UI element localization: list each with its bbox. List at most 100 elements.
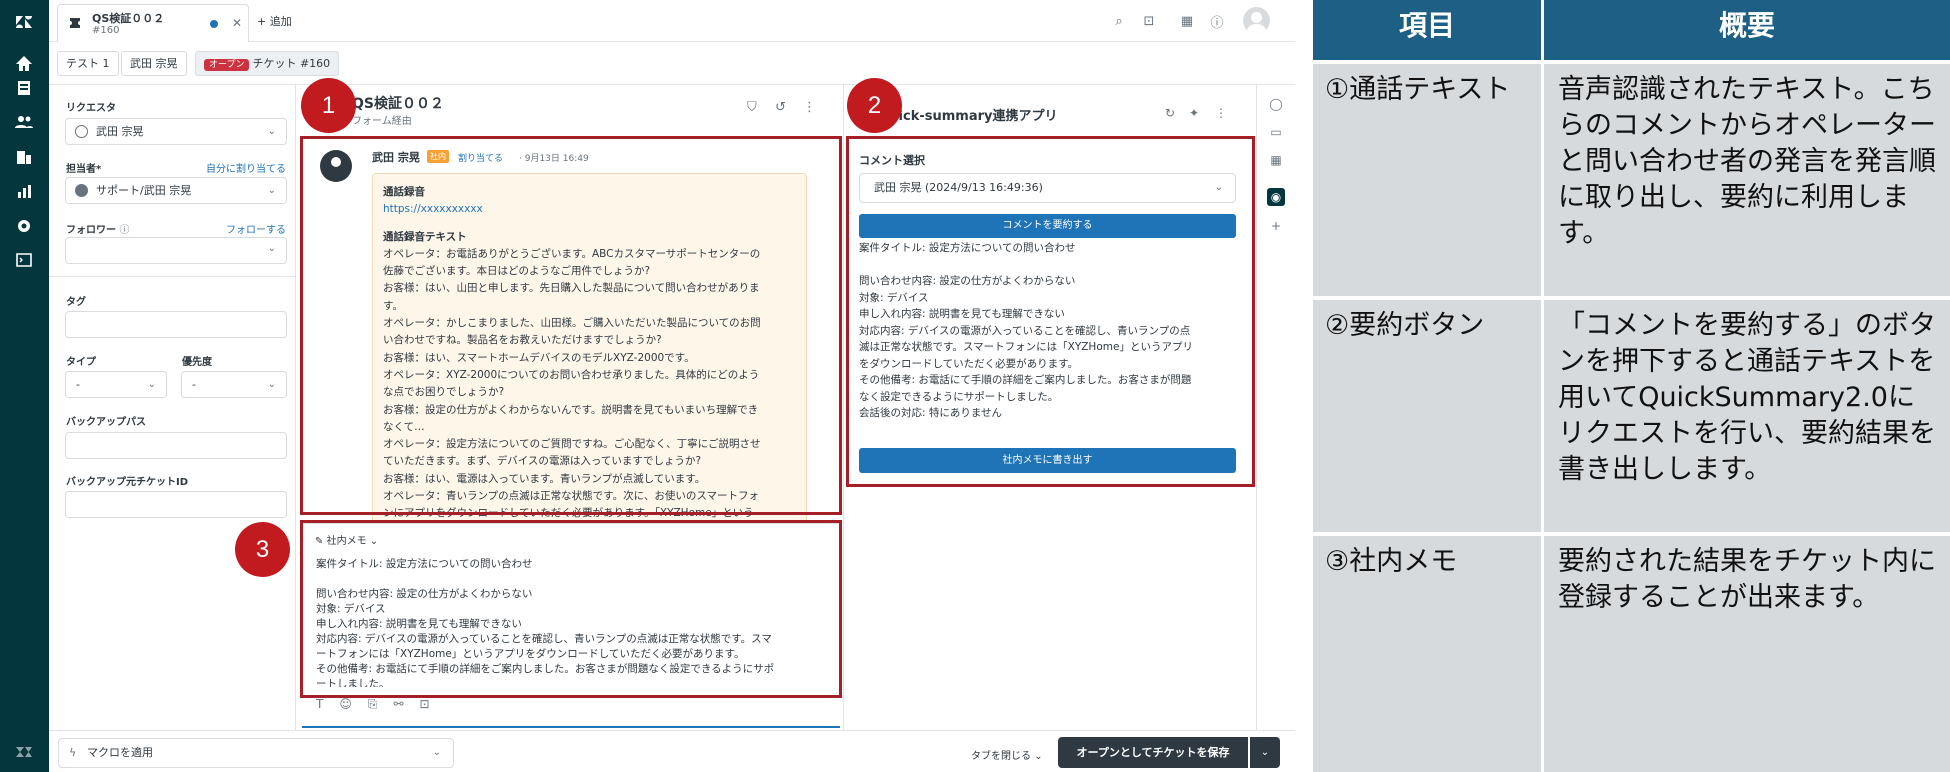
- reporting-icon[interactable]: [12, 180, 36, 204]
- zendesk-logo-icon[interactable]: [12, 10, 36, 34]
- tags-input[interactable]: [65, 311, 287, 338]
- quick-summary-app-panel: quick-summary連携アプリ ↻ ✦ ⋮ コメント選択 武田 宗晃 (2…: [845, 85, 1255, 730]
- priority-select[interactable]: - ⌄: [181, 371, 287, 398]
- link-icon[interactable]: ⚯: [393, 697, 419, 711]
- history-icon[interactable]: ↺: [775, 100, 786, 115]
- refresh-icon[interactable]: ↻: [1165, 106, 1175, 120]
- write-to-internal-note-button[interactable]: 社内メモに書き出す: [859, 448, 1236, 473]
- chevron-down-icon: ⌄: [369, 536, 379, 547]
- add-tab-button[interactable]: + 追加: [257, 13, 292, 29]
- comment-select-label: コメント選択: [859, 154, 925, 167]
- code-icon[interactable]: ⊡: [420, 697, 446, 711]
- transcript-line: なくて…: [383, 420, 425, 433]
- comment-composer[interactable]: ✎ 社内メモ ⌄ 案件タイトル: 設定方法についての問い合わせ 問い合わせ内容:…: [302, 523, 840, 728]
- user-icon[interactable]: ◯: [1267, 95, 1285, 113]
- divider: [49, 276, 296, 277]
- apps-grid-icon[interactable]: ▦: [1267, 151, 1285, 169]
- terminal-icon[interactable]: ⊡: [1139, 11, 1159, 31]
- transcript-line: ンにアプリをダウンロードしていただく必要があります。「XYZHome」という: [383, 507, 754, 520]
- help-icon[interactable]: ⓘ: [1207, 11, 1227, 31]
- chevron-down-icon: ⌄: [432, 747, 441, 758]
- author-avatar: [320, 150, 352, 182]
- admin-gear-icon[interactable]: [12, 214, 36, 238]
- views-icon[interactable]: [12, 76, 36, 100]
- chevron-down-icon: ⌄: [1214, 182, 1223, 193]
- transcript-line: お客様：はい、スマートホームデバイスのモデルXYZ-2000です。: [383, 351, 695, 364]
- transcript-line: い合わせですね。製品名をお教えいただけますでしょうか?: [383, 334, 662, 347]
- customers-icon[interactable]: [12, 110, 36, 134]
- attachment-icon[interactable]: ⎘: [368, 697, 394, 711]
- group-icon: [75, 184, 88, 197]
- nav-sidebar: [0, 0, 49, 772]
- backup-path-input[interactable]: [65, 432, 287, 459]
- pin-icon[interactable]: ✦: [1189, 106, 1199, 120]
- ticket-tab[interactable]: QS検証００２ #160 ✕: [57, 4, 249, 42]
- zendesk-footer-logo-icon[interactable]: [12, 740, 36, 764]
- marker-2: 2: [847, 78, 902, 133]
- save-options-button[interactable]: ⌄: [1250, 737, 1280, 768]
- text-format-icon[interactable]: T: [316, 697, 339, 711]
- assign-self-link[interactable]: 自分に割り当てる: [206, 160, 286, 175]
- composer-text[interactable]: 案件タイトル: 設定方法についての問い合わせ 問い合わせ内容: 設定の仕方がよく…: [316, 557, 831, 687]
- backup-path-label: バックアップパス: [66, 417, 146, 428]
- recording-link[interactable]: https://xxxxxxxxxx: [383, 201, 796, 218]
- tags-label: タグ: [66, 297, 86, 308]
- follower-label: フォロワー ⓘ: [66, 221, 129, 236]
- ticket-icon: [70, 18, 80, 28]
- status-badge: オープン: [204, 59, 250, 71]
- breadcrumb-user[interactable]: 武田 宗晃: [121, 51, 187, 76]
- chevron-down-icon: ⌄: [267, 126, 276, 137]
- comment-author[interactable]: 武田 宗晃: [372, 149, 420, 165]
- macro-label: マクロを適用: [87, 746, 153, 759]
- quick-summary-app-icon[interactable]: ◉: [1267, 188, 1285, 206]
- follower-label-text: フォロワー: [66, 225, 116, 236]
- chevron-down-icon: ⌄: [267, 379, 276, 390]
- comment-select[interactable]: 武田 宗晃 (2024/9/13 16:49:36) ⌄: [859, 173, 1236, 203]
- backup-ticket-id-label: バックアップ元チケットID: [66, 477, 189, 488]
- follower-select[interactable]: ⌄: [65, 237, 287, 264]
- follow-link[interactable]: フォローする: [226, 221, 286, 236]
- assign-link[interactable]: 割り当てる: [458, 151, 503, 164]
- ticket-channel: フォーム経由: [352, 116, 412, 127]
- note-icon: ✎: [315, 536, 324, 547]
- chevron-down-icon: ⌄: [147, 379, 156, 390]
- close-tab-label: タブを閉じる: [971, 751, 1031, 762]
- requester-select[interactable]: 武田 宗晃 ⌄: [65, 118, 287, 145]
- close-tab-menu[interactable]: タブを閉じる ⌄: [971, 747, 1043, 762]
- macro-select[interactable]: ϟ マクロを適用 ⌄: [58, 738, 454, 768]
- product-tray-icon[interactable]: ▦: [1177, 11, 1197, 31]
- organizations-icon[interactable]: [12, 145, 36, 169]
- transcript-line: 佐藤でございます。本日はどのようなご用件でしょうか?: [383, 265, 651, 278]
- user-avatar[interactable]: [1243, 7, 1270, 34]
- recording-heading: 通話録音: [383, 186, 425, 198]
- transcript-line: オペレータ：XYZ-2000についてのお問い合わせ承りました。具体的にどのよう: [383, 368, 760, 381]
- assignee-label: 担当者*: [66, 164, 102, 175]
- table-cell-desc: 要約された結果をチケット内に登録することが出来ます。: [1544, 536, 1950, 772]
- save-ticket-button[interactable]: オープンとしてチケットを保存: [1058, 737, 1248, 768]
- ticket-tab-title: QS検証００２: [92, 12, 165, 25]
- lightning-icon: ϟ: [69, 746, 77, 759]
- emoji-icon[interactable]: ☺: [339, 697, 368, 711]
- apps-terminal-icon[interactable]: [12, 248, 36, 272]
- add-app-icon[interactable]: +: [1267, 217, 1285, 235]
- ticket-footer: ϟ マクロを適用 ⌄ タブを閉じる ⌄ オープンとしてチケットを保存 ⌄: [49, 730, 1295, 772]
- internal-note-comment: 通話録音 https://xxxxxxxxxx 通話録音テキスト オペレータ：お…: [372, 173, 807, 523]
- app-title: quick-summary連携アプリ: [880, 109, 1058, 124]
- conversations-icon[interactable]: ▭: [1267, 123, 1285, 141]
- composer-focus-line: [302, 726, 840, 728]
- breadcrumb-org[interactable]: テスト 1: [57, 51, 119, 76]
- more-options-icon[interactable]: ⋮: [1215, 106, 1227, 120]
- breadcrumb-ticket[interactable]: オープン チケット #160: [195, 51, 340, 76]
- search-icon[interactable]: ⌕: [1109, 11, 1129, 31]
- home-icon[interactable]: [12, 52, 36, 76]
- assignee-select[interactable]: サポート/武田 宗晃 ⌄: [65, 177, 287, 204]
- backup-ticket-id-input[interactable]: [65, 491, 287, 518]
- more-options-icon[interactable]: ⋮: [803, 100, 816, 115]
- type-select[interactable]: - ⌄: [65, 371, 167, 398]
- close-tab-icon[interactable]: ✕: [232, 16, 242, 30]
- comment-type-selector[interactable]: ✎ 社内メモ ⌄: [315, 532, 378, 547]
- transcript-line: ていただきます。まず、デバイスの電源は入っていますでしょうか?: [383, 455, 702, 468]
- filter-icon[interactable]: ⛉: [747, 100, 757, 115]
- marker-3: 3: [235, 522, 290, 577]
- summarize-button[interactable]: コメントを要約する: [859, 214, 1236, 238]
